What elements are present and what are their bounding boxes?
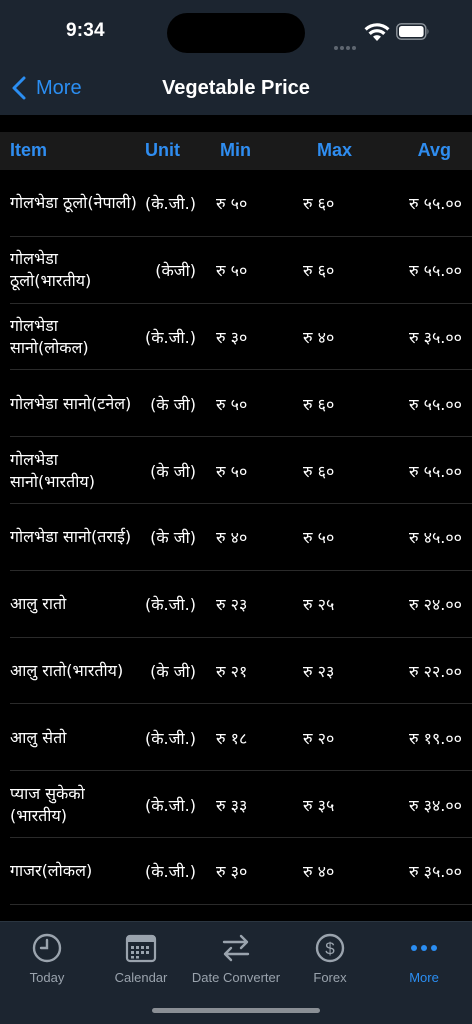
- tab-label: Date Converter: [191, 970, 281, 985]
- tab-label: Calendar: [114, 970, 168, 985]
- item-max: रु २०: [303, 728, 335, 748]
- tab-label: Today: [29, 970, 65, 985]
- item-min: रु ३०: [216, 327, 248, 347]
- item-unit: (के जी): [150, 461, 196, 481]
- tab-more[interactable]: More: [377, 932, 471, 985]
- item-min: रु ३०: [216, 862, 248, 882]
- item-max: रु ५०: [303, 528, 335, 548]
- table-row[interactable]: प्याज सुकेको (भारतीय) (के.जी.) रु ३३ रु …: [0, 771, 472, 838]
- item-avg: रु ५५.००: [408, 194, 462, 214]
- header-max: Max: [317, 140, 353, 160]
- header-unit: Unit: [145, 140, 180, 160]
- ellipsis-icon: [411, 945, 437, 951]
- table-header: Item Unit Min Max Avg: [0, 132, 472, 170]
- item-avg: रु ३५.००: [408, 862, 462, 882]
- item-avg: रु २४.००: [408, 595, 462, 615]
- item-unit: (के.जी.): [145, 194, 196, 214]
- item-max: रु ४०: [303, 862, 335, 882]
- tab-date-converter[interactable]: Date Converter: [189, 932, 283, 985]
- item-max: रु ६०: [303, 461, 335, 481]
- item-min: रु २१: [216, 661, 248, 681]
- swap-arrows-icon: [222, 934, 250, 962]
- item-avg: रु ४५.००: [408, 528, 462, 548]
- item-unit: (के.जी.): [145, 595, 196, 615]
- item-max: रु ६०: [303, 261, 335, 281]
- battery-icon: [396, 23, 429, 40]
- item-min: रु ४०: [216, 528, 248, 548]
- item-min: रु ५०: [216, 194, 248, 214]
- item-name: आलु रातो(भारतीय): [10, 660, 124, 680]
- top-bar: 9:34 More Vegetable Price: [0, 0, 472, 115]
- item-name: आलु रातो: [10, 594, 67, 614]
- item-avg: रु ३५.००: [408, 327, 462, 347]
- table-row[interactable]: आलु रातो (के.जी.) रु २३ रु २५ रु २४.००: [0, 571, 472, 638]
- tab-calendar[interactable]: Calendar: [94, 932, 188, 985]
- item-max: रु ३५: [303, 795, 335, 815]
- table-row[interactable]: गोलभेडा सानो(टनेल) (के जी) रु ५० रु ६० र…: [0, 370, 472, 437]
- item-min: रु १८: [216, 728, 248, 748]
- item-name: आलु सेतो: [10, 727, 67, 747]
- item-unit: (केजी): [155, 261, 196, 281]
- clock-icon: [32, 933, 62, 963]
- header-avg: Avg: [417, 140, 451, 160]
- cellular-signal-icon: [334, 35, 358, 54]
- tab-today[interactable]: Today: [0, 932, 94, 985]
- item-min: रु २३: [216, 595, 248, 615]
- item-unit: (के.जी.): [145, 862, 196, 882]
- item-max: रु २५: [303, 595, 335, 615]
- item-min: रु ५०: [216, 261, 248, 281]
- table-row[interactable]: गोलभेडा सानो(भारतीय) (के जी) रु ५० रु ६०…: [0, 437, 472, 504]
- item-name: गोलभेडा ठूलो(भारतीय): [10, 249, 92, 291]
- tab-label: More: [409, 970, 439, 985]
- item-max: रु २३: [303, 661, 335, 681]
- item-unit: (के.जी.): [145, 795, 196, 815]
- item-name: प्याज सुकेको (भारतीय): [10, 783, 85, 825]
- tab-forex[interactable]: $ Forex: [283, 932, 377, 985]
- item-name: गोलभेडा सानो(तराई): [10, 527, 132, 547]
- item-avg: रु २२.००: [408, 661, 462, 681]
- item-unit: (के.जी.): [145, 728, 196, 748]
- item-avg: रु १९.००: [408, 728, 462, 748]
- item-unit: (के जी): [150, 528, 196, 548]
- item-name: गाजर(लोकल): [10, 861, 93, 881]
- table-row[interactable]: आलु रातो(भारतीय) (के जी) रु २१ रु २३ रु …: [0, 638, 472, 705]
- item-name: गोलभेडा सानो(भारतीय): [10, 449, 95, 491]
- header-min: Min: [220, 140, 251, 160]
- item-avg: रु ३४.००: [408, 795, 462, 815]
- item-unit: (के जी): [150, 394, 196, 414]
- item-avg: रु ५५.००: [408, 394, 462, 414]
- item-unit: (के जी): [150, 661, 196, 681]
- status-time: 9:34: [66, 20, 105, 41]
- item-avg: रु ५५.००: [408, 261, 462, 281]
- header-item: Item: [10, 140, 48, 160]
- price-list[interactable]: गोलभेडा ठूलो(नेपाली) (के.जी.) रु ५० रु ६…: [0, 170, 472, 905]
- svg-text:$: $: [325, 939, 335, 958]
- item-avg: रु ५५.००: [408, 461, 462, 481]
- item-max: रु ४०: [303, 327, 335, 347]
- table-row[interactable]: गोलभेडा सानो(लोकल) (के.जी.) रु ३० रु ४० …: [0, 304, 472, 371]
- page-title: Vegetable Price: [162, 77, 310, 99]
- item-max: रु ६०: [303, 194, 335, 214]
- item-unit: (के.जी.): [145, 327, 196, 347]
- screen: 9:34 More Vegetable Price Item Unit Min …: [0, 0, 472, 1024]
- item-min: रु ५०: [216, 461, 248, 481]
- item-max: रु ६०: [303, 394, 335, 414]
- wifi-icon: [364, 23, 390, 41]
- item-name: गोलभेडा सानो(लोकल): [10, 315, 89, 357]
- home-indicator[interactable]: [152, 1008, 320, 1013]
- item-min: रु ३३: [216, 795, 248, 815]
- table-row[interactable]: गोलभेडा ठूलो(भारतीय) (केजी) रु ५० रु ६० …: [0, 237, 472, 304]
- table-row[interactable]: गाजर(लोकल) (के.जी.) रु ३० रु ४० रु ३५.००: [0, 838, 472, 905]
- table-row[interactable]: आलु सेतो (के.जी.) रु १८ रु २० रु १९.००: [0, 704, 472, 771]
- item-min: रु ५०: [216, 394, 248, 414]
- table-row[interactable]: गोलभेडा ठूलो(नेपाली) (के.जी.) रु ५० रु ६…: [0, 170, 472, 237]
- table-row[interactable]: गोलभेडा सानो(तराई) (के जी) रु ४० रु ५० र…: [0, 504, 472, 571]
- dollar-coin-icon: $: [315, 933, 345, 963]
- dynamic-island: [167, 13, 305, 53]
- calendar-icon: [125, 934, 157, 963]
- tab-label: Forex: [313, 970, 347, 985]
- item-name: गोलभेडा ठूलो(नेपाली): [10, 193, 137, 213]
- item-name: गोलभेडा सानो(टनेल): [10, 393, 132, 413]
